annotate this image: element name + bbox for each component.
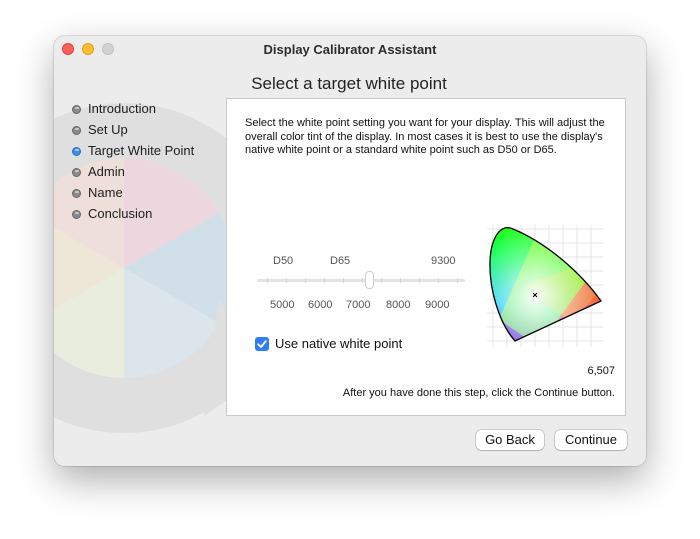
content-panel: Select the white point setting you want … xyxy=(226,98,626,416)
scale-label: 8000 xyxy=(386,299,411,311)
step-bullet-icon xyxy=(72,105,81,114)
slider-tick xyxy=(324,278,325,283)
step-label: Admin xyxy=(88,164,125,179)
step-set-up: Set Up xyxy=(72,121,232,141)
main-window: Display Calibrator Assistant Select a ta… xyxy=(54,36,646,466)
step-bullet-icon xyxy=(72,210,81,219)
native-white-point-checkbox[interactable] xyxy=(255,337,269,351)
step-label: Introduction xyxy=(88,101,156,116)
step-bullet-icon xyxy=(72,168,81,177)
white-point-slider[interactable]: D50 D65 9300 5000 6000 7000 8000 9000 xyxy=(257,249,469,319)
slider-tick xyxy=(419,278,420,283)
checkmark-icon xyxy=(257,340,267,348)
step-bullet-icon xyxy=(72,126,81,135)
slider-tick xyxy=(286,278,287,283)
scale-label: 9000 xyxy=(425,299,450,311)
step-introduction: Introduction xyxy=(72,100,232,120)
slider-tick xyxy=(381,278,382,283)
step-admin: Admin xyxy=(72,163,232,183)
slider-tick xyxy=(267,278,268,283)
slider-tick xyxy=(362,278,363,283)
step-bullet-active-icon xyxy=(72,147,81,156)
title-bar: Display Calibrator Assistant xyxy=(54,36,646,62)
slider-thumb[interactable] xyxy=(365,271,374,289)
slider-tick xyxy=(305,278,306,283)
step-bullet-icon xyxy=(72,189,81,198)
step-target-white-point: Target White Point xyxy=(72,142,232,162)
go-back-button[interactable]: Go Back xyxy=(476,430,544,450)
native-white-point-label: Use native white point xyxy=(275,336,403,351)
step-name: Name xyxy=(72,184,232,204)
preset-label-d65: D65 xyxy=(330,255,351,267)
slider-track[interactable] xyxy=(257,279,465,282)
slider-tick xyxy=(400,278,401,283)
step-label: Name xyxy=(88,185,123,200)
continue-button[interactable]: Continue xyxy=(555,430,627,450)
slider-tick xyxy=(457,278,458,283)
page-title: Select a target white point xyxy=(251,74,447,93)
window-title: Display Calibrator Assistant xyxy=(263,42,437,57)
description-text: Select the white point setting you want … xyxy=(245,117,605,156)
step-label: Target White Point xyxy=(88,143,195,158)
slider-tick xyxy=(438,278,439,283)
scale-label: 5000 xyxy=(270,299,295,311)
instruction-text: After you have done this step, click the… xyxy=(342,387,615,399)
step-label: Set Up xyxy=(88,122,128,137)
cie-chromaticity-diagram xyxy=(487,225,603,347)
white-point-value: 6,507 xyxy=(587,365,615,377)
scale-label: 6000 xyxy=(308,299,333,311)
slider-tick xyxy=(343,278,344,283)
preset-label-d50: D50 xyxy=(273,255,294,267)
step-label: Conclusion xyxy=(88,206,153,221)
preset-label-9300: 9300 xyxy=(431,255,456,267)
step-conclusion: Conclusion xyxy=(72,205,232,225)
scale-label: 7000 xyxy=(346,299,371,311)
